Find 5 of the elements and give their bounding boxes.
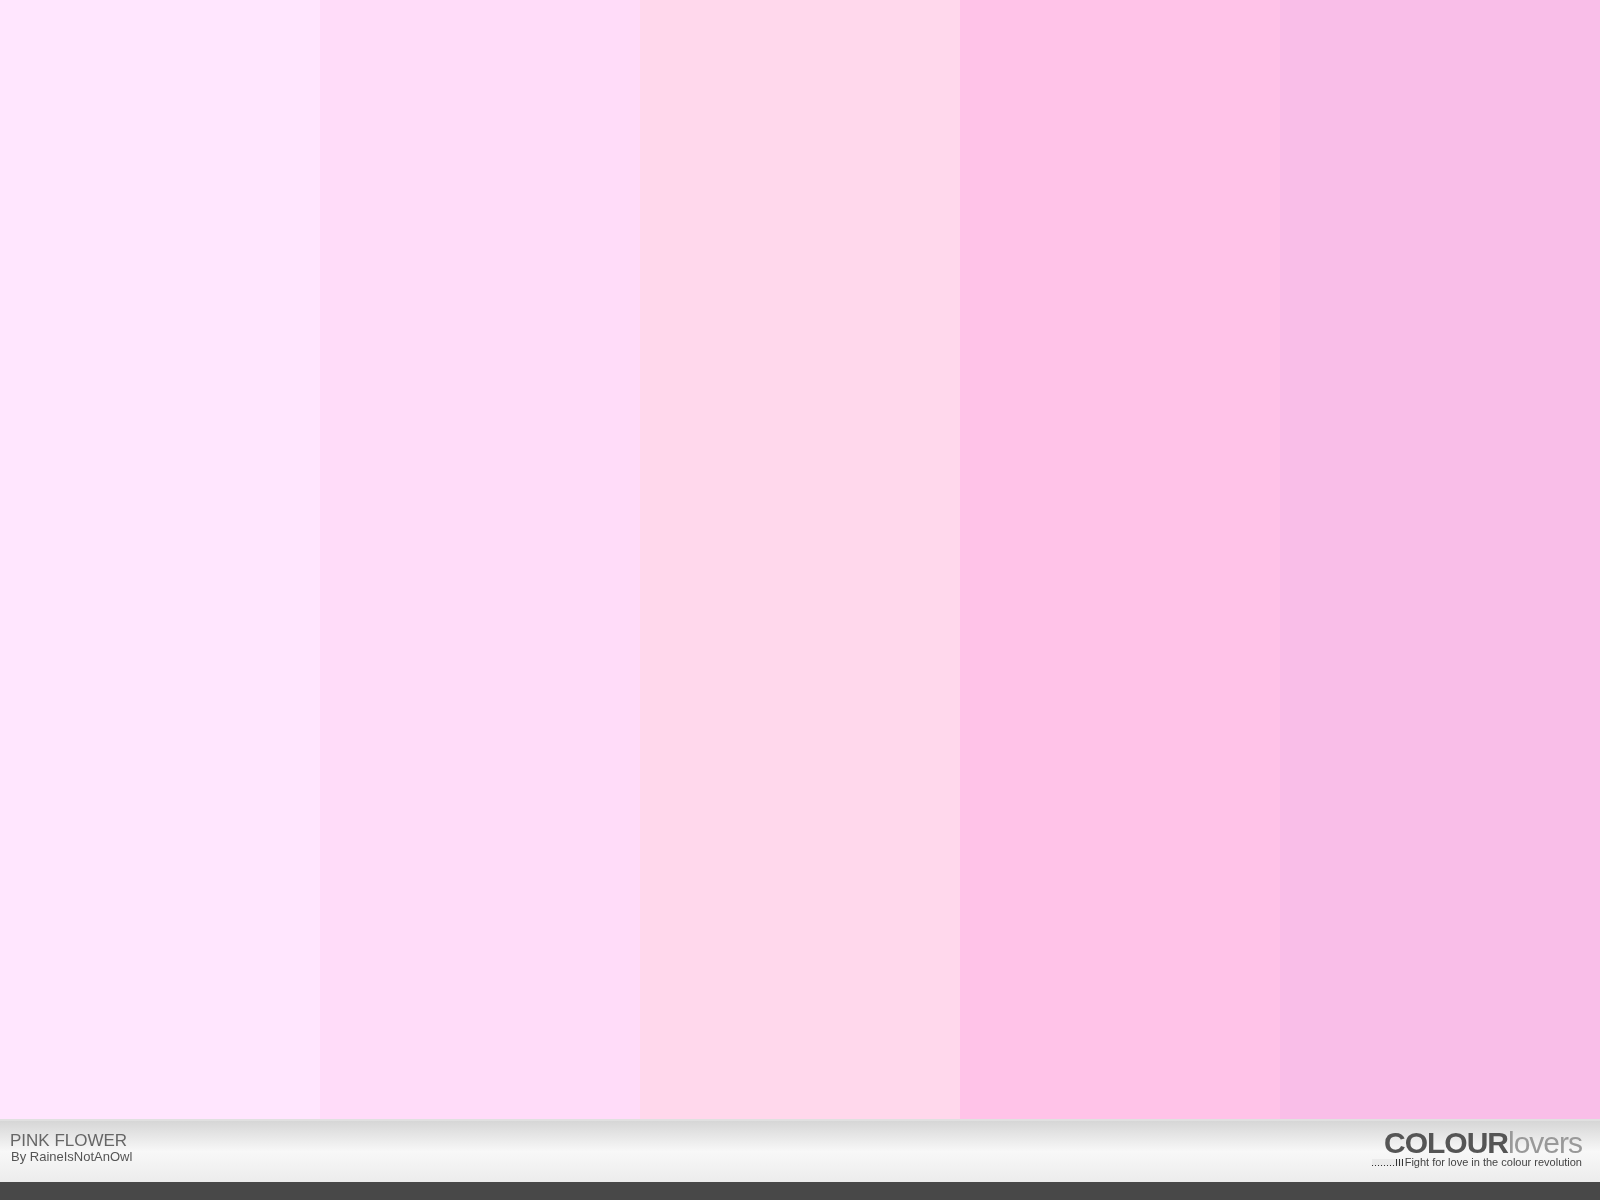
tagline: Fight for love in the colour revolution [1404, 1156, 1582, 1168]
author-name: By RaineIsNotAnOwl [10, 1150, 133, 1164]
palette-title: PINK FLOWER [10, 1131, 129, 1150]
dotted-leader-icon [1371, 1158, 1403, 1166]
site-logo: COLOURlovers [1383, 1130, 1582, 1156]
